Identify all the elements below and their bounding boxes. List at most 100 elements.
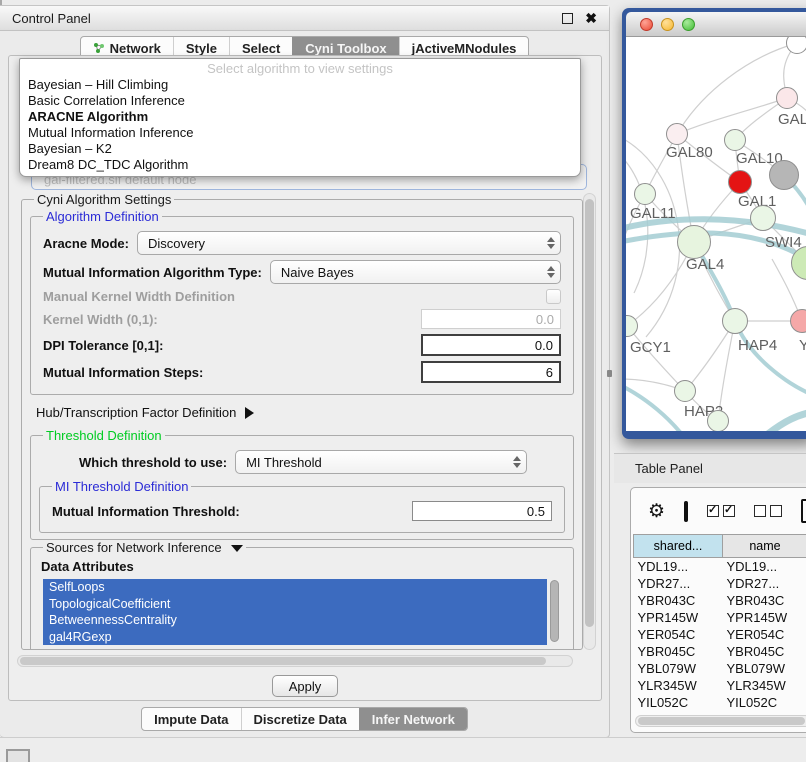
aracne-mode-label: Aracne Mode: [43, 236, 129, 251]
stepper-icon [508, 456, 526, 468]
tab-impute-data[interactable]: Impute Data [142, 708, 240, 730]
table-row[interactable]: YDR27...YDR27...12 [634, 575, 806, 592]
node-gray[interactable] [769, 160, 799, 190]
node-unlabeled-top[interactable] [786, 37, 806, 54]
apply-row: Apply [9, 675, 601, 697]
algorithm-option[interactable]: ARACNE Algorithm [20, 109, 580, 125]
algorithm-option[interactable]: Mutual Information Inference [20, 125, 580, 141]
mi-algorithm-type-value: Naive Bayes [271, 265, 542, 280]
table-row[interactable]: YBR043CYBR043C [634, 592, 806, 609]
minimize-traffic-light-icon[interactable] [661, 18, 674, 31]
node-gal-top[interactable] [776, 87, 798, 109]
tab-discretize-data[interactable]: Discretize Data [241, 708, 359, 730]
cyni-toolbox-panel: Select algorithm to view settings Bayesi… [8, 55, 602, 701]
sources-title: Sources for Network Inference [46, 540, 222, 555]
kernel-width-row: Kernel Width (0,1): 0.0 [43, 309, 561, 329]
cyni-algorithm-settings-group: Cyni Algorithm Settings Algorithm Defini… [21, 192, 583, 650]
table-body: YDL19...YDL19...13YDR27...YDR27...12YBR0… [634, 558, 806, 712]
network-canvas[interactable]: GALGAL80GAL10GAL1GAL11GAL4SWI4HAP4YGCY1H… [626, 37, 806, 431]
column-header-name[interactable]: name [723, 535, 806, 558]
attribute-list-item[interactable]: gal4RGexp [43, 629, 547, 646]
node-gal4[interactable] [677, 225, 711, 259]
table-row[interactable]: YDL19...YDL19...13 [634, 558, 806, 576]
manual-kernel-checkbox[interactable] [546, 289, 561, 304]
scrollbar-thumb[interactable] [585, 199, 594, 627]
select-all-checkboxes-icon[interactable] [707, 505, 735, 517]
mi-steps-field[interactable]: 6 [421, 361, 561, 383]
network-view-window: GALGAL80GAL10GAL1GAL11GAL4SWI4HAP4YGCY1H… [622, 8, 806, 439]
kernel-width-field[interactable]: 0.0 [421, 309, 561, 329]
dpi-tolerance-row: DPI Tolerance [0,1]: 0.0 [43, 334, 561, 356]
data-attributes-list[interactable]: SelfLoopsTopologicalCoefficientBetweenne… [43, 579, 561, 649]
node-gal80[interactable] [666, 123, 688, 145]
table-cell: YDL19... [723, 558, 806, 576]
bottom-status-bar [0, 737, 806, 762]
zoom-traffic-light-icon[interactable] [682, 18, 695, 31]
node-green-mid[interactable] [750, 205, 776, 231]
table-row[interactable]: YBR045CYBR045C9. [634, 643, 806, 660]
dpi-tolerance-field[interactable]: 0.0 [421, 334, 561, 356]
network-window-titlebar[interactable] [626, 12, 806, 37]
hub-definition-expander[interactable]: Hub/Transcription Factor Definition [36, 405, 568, 420]
settings-horizontal-scrollbar[interactable] [17, 655, 573, 667]
tab-infer-network[interactable]: Infer Network [359, 708, 467, 730]
node-unlabeled-bottom[interactable] [707, 410, 729, 431]
algorithm-option[interactable]: Bayesian – K2 [20, 141, 580, 157]
table-cell: YDL19... [634, 558, 723, 576]
table-row[interactable]: YPR145WYPR145W9. [634, 609, 806, 626]
deselect-all-checkboxes-icon[interactable] [754, 505, 782, 517]
tab-label: Style [186, 41, 217, 56]
attribute-list-item[interactable]: TopologicalCoefficient [43, 596, 547, 613]
which-threshold-select[interactable]: MI Threshold [235, 450, 527, 474]
close-traffic-light-icon[interactable] [640, 18, 653, 31]
node-gal80-label: GAL80 [666, 144, 713, 161]
attribute-list-item[interactable]: SelfLoops [43, 579, 547, 596]
gear-icon[interactable]: ⚙ [648, 502, 665, 521]
collapse-down-icon[interactable] [231, 545, 243, 552]
node-hap2[interactable] [674, 380, 696, 402]
aracne-mode-select[interactable]: Discovery [137, 231, 561, 255]
node-hap4[interactable] [722, 308, 748, 334]
table-cell: YIL052C [723, 694, 806, 711]
scrollbar-thumb[interactable] [20, 657, 546, 665]
algorithm-dropdown-list[interactable]: Select algorithm to view settings Bayesi… [19, 58, 581, 177]
manual-kernel-row: Manual Kernel Width Definition [43, 289, 561, 304]
table-horizontal-scrollbar[interactable] [635, 715, 806, 727]
scrollbar-thumb[interactable] [638, 717, 805, 725]
table-cell: YLR345W [634, 677, 723, 694]
column-layout-icon[interactable] [684, 501, 688, 522]
restore-panel-icon[interactable] [6, 749, 30, 762]
control-panel-title: Control Panel [12, 11, 91, 26]
settings-vertical-scrollbar[interactable] [583, 193, 596, 650]
mi-threshold-field[interactable]: 0.5 [412, 501, 552, 521]
table-cell: YPR145W [634, 609, 723, 626]
node-gal1-red[interactable] [728, 170, 752, 194]
table-cell: YBR043C [723, 592, 806, 609]
node-gal4-label: GAL4 [686, 256, 724, 273]
node-gal11[interactable] [634, 183, 656, 205]
algorithm-option[interactable]: Bayesian – Hill Climbing [20, 77, 580, 93]
tab-label: Infer Network [372, 712, 455, 727]
panel-splitter-handle[interactable] [607, 370, 612, 377]
table-row[interactable]: YBL079WYBL079W [634, 660, 806, 677]
cyni-settings-legend: Cyni Algorithm Settings [34, 192, 174, 207]
export-table-icon[interactable] [801, 499, 806, 523]
bottom-tabs: Impute DataDiscretize Data Infer Network [0, 707, 609, 731]
table-header-row: shared...name [634, 535, 806, 558]
table-row[interactable]: YIL052CYIL052C9 [634, 694, 806, 711]
list-scrollbar[interactable] [550, 580, 559, 642]
column-header-shared[interactable]: shared... [634, 535, 723, 558]
close-icon[interactable]: ✖ [585, 11, 597, 25]
table-row[interactable]: YER054CYER054C8. [634, 626, 806, 643]
node-gal11-label: GAL11 [630, 205, 676, 222]
table-row[interactable]: YLR345WYLR345W9. [634, 677, 806, 694]
float-window-icon[interactable] [562, 13, 573, 24]
algorithm-option[interactable]: Dream8 DC_TDC Algorithm [20, 157, 580, 173]
algorithm-option[interactable]: Basic Correlation Inference [20, 93, 580, 109]
node-salmon-label: Y [799, 337, 806, 354]
node-gal10[interactable] [724, 129, 746, 151]
mi-steps-row: Mutual Information Steps: 6 [43, 361, 561, 383]
attribute-list-item[interactable]: BetweennessCentrality [43, 612, 547, 629]
apply-button[interactable]: Apply [272, 675, 338, 697]
mi-algorithm-type-select[interactable]: Naive Bayes [270, 260, 561, 284]
